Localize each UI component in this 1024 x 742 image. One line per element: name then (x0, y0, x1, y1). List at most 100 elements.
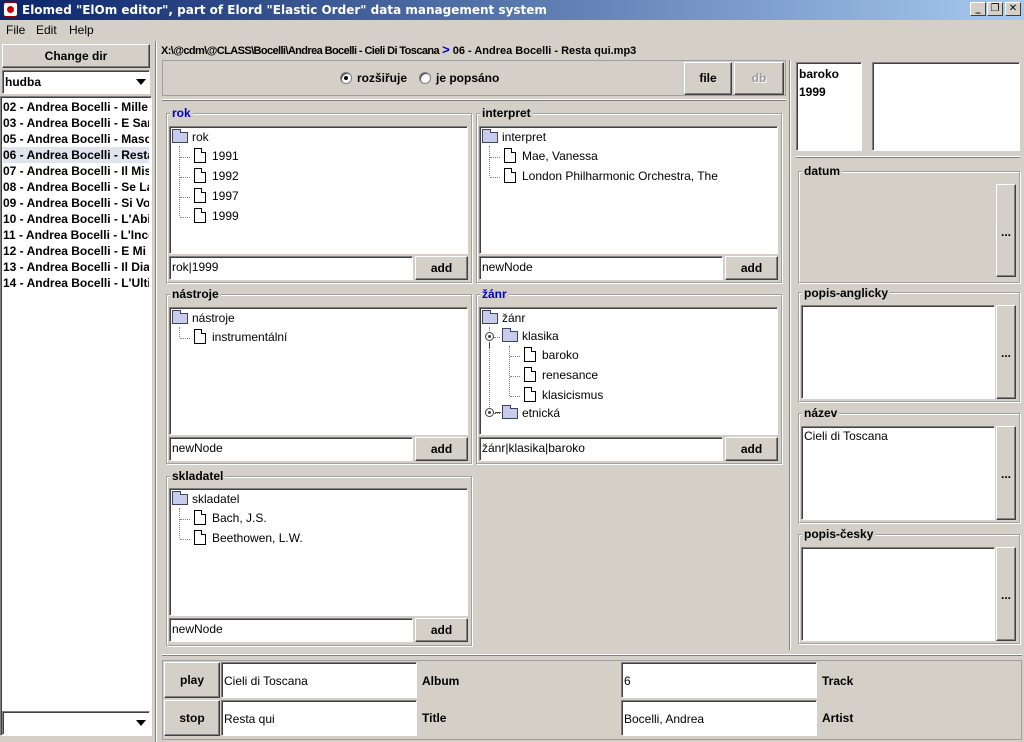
tree-node-label: skladatel (192, 492, 240, 506)
artist-field[interactable]: Bocelli, Andrea (621, 700, 817, 736)
radio-extends-label[interactable]: rozšiřuje (357, 71, 407, 85)
toolbar-splitter[interactable] (162, 97, 786, 103)
maximize-button[interactable]: ❐ (987, 2, 1003, 16)
tree-node-etnicka[interactable]: etnická (502, 404, 702, 422)
zanr-tree[interactable]: žánr klasika baroko renesance klasicismu… (479, 307, 778, 435)
list-item[interactable]: 09 - Andrea Bocelli - Si Volto (3, 195, 149, 211)
tree-line (490, 157, 500, 158)
interpret-add-button[interactable]: add (725, 256, 778, 280)
folder-icon (502, 328, 518, 342)
breadcrumb-dir: X:\@cdm\@CLASS\Bocelli\Andrea Bocelli - … (161, 45, 440, 57)
nastroje-add-button[interactable]: add (415, 437, 468, 461)
tree-node[interactable]: renesance (522, 366, 722, 384)
list-item[interactable]: 08 - Andrea Bocelli - Se La Gente Usasse… (3, 179, 149, 195)
list-item[interactable]: 03 - Andrea Bocelli - E Sara a Settembre (3, 115, 149, 131)
menu-file[interactable]: File (6, 23, 25, 37)
document-icon (524, 367, 536, 382)
panel-datum (798, 171, 1020, 283)
popis-anglicky-edit-button[interactable]: ... (996, 305, 1016, 399)
tree-node[interactable]: instrumentální (192, 328, 392, 346)
tree-node[interactable]: Mae, Vanessa (502, 147, 762, 165)
radio-extends-icon[interactable] (340, 72, 352, 84)
interpret-input[interactable]: newNode (479, 256, 723, 280)
chevron-down-icon[interactable] (136, 720, 146, 726)
datum-edit-button[interactable]: ... (996, 184, 1016, 277)
tree-node[interactable]: Beethowen, L.W. (192, 529, 392, 547)
list-item[interactable]: 07 - Andrea Bocelli - Il Mistero dell'Am… (3, 163, 149, 179)
tree-node-root[interactable]: žánr (482, 309, 682, 327)
zanr-add-button[interactable]: add (725, 437, 778, 461)
popis-cesky-textarea[interactable] (801, 547, 995, 641)
list-item[interactable]: 02 - Andrea Bocelli - Mille lune mille o… (3, 99, 149, 115)
change-dir-button[interactable]: Change dir (2, 44, 150, 68)
stop-button[interactable]: stop (164, 700, 220, 736)
skladatel-add-button[interactable]: add (415, 618, 468, 642)
panel-skladatel-title: skladatel (170, 469, 226, 483)
list-item[interactable]: 11 - Andrea Bocelli - L'Incontro (3, 227, 149, 243)
tree-node-root[interactable]: interpret (482, 128, 682, 146)
minimize-button[interactable]: _ (970, 2, 986, 16)
document-icon (194, 208, 206, 223)
rok-input[interactable]: rok|1999 (169, 256, 413, 280)
tree-node-root[interactable]: rok (172, 128, 372, 146)
document-icon (194, 168, 206, 183)
list-item[interactable]: 10 - Andrea Bocelli - L'Abitudine (3, 211, 149, 227)
menu-help[interactable]: Help (69, 23, 94, 37)
bottom-splitter[interactable] (162, 652, 1022, 658)
track-list[interactable]: 02 - Andrea Bocelli - Mille lune mille o… (0, 96, 152, 736)
tree-node[interactable]: 1992 (192, 167, 392, 185)
collapse-toggle-icon[interactable] (485, 408, 501, 417)
tree-node-root[interactable]: nástroje (172, 309, 372, 327)
file-button[interactable]: file (684, 62, 732, 95)
popis-anglicky-label: popis-anglicky (802, 286, 891, 300)
radio-described-label[interactable]: je popsáno (436, 71, 499, 85)
list-item[interactable]: 12 - Andrea Bocelli - E Mi Manchi (3, 243, 149, 259)
radio-described-icon[interactable] (419, 72, 431, 84)
popis-anglicky-textarea[interactable] (801, 305, 995, 399)
close-button[interactable]: ✕ (1005, 2, 1021, 16)
chevron-down-icon[interactable] (136, 79, 146, 85)
tags-box[interactable]: baroko 1999 (796, 62, 862, 151)
rok-tree[interactable]: rok 1991 1992 1997 1999 (169, 126, 468, 254)
play-button[interactable]: play (164, 662, 220, 698)
left-splitter[interactable] (153, 41, 159, 742)
nastroje-tree[interactable]: nástroje instrumentální (169, 307, 468, 435)
menu-edit[interactable]: Edit (36, 23, 57, 37)
tree-node[interactable]: Bach, J.S. (192, 509, 392, 527)
tree-line (180, 177, 190, 178)
right-splitter[interactable] (787, 60, 793, 650)
list-item[interactable]: 14 - Andrea Bocelli - L'Ultimo Re (3, 275, 149, 291)
nastroje-input[interactable]: newNode (169, 437, 413, 461)
tree-node[interactable]: London Philharmonic Orchestra, The (502, 167, 762, 185)
album-field[interactable]: Cieli di Toscana (221, 662, 417, 698)
menu-bar: File Edit Help (0, 20, 1024, 41)
tree-node[interactable]: 1999 (192, 207, 392, 225)
right-top-splitter[interactable] (796, 154, 1020, 160)
list-item[interactable]: 13 - Andrea Bocelli - Il Diavolo e l'Ang… (3, 259, 149, 275)
tree-node-root[interactable]: skladatel (172, 490, 372, 508)
title-field[interactable]: Resta qui (221, 700, 417, 736)
nazev-textarea[interactable]: Cieli di Toscana (801, 426, 995, 520)
nazev-edit-button[interactable]: ... (996, 426, 1016, 520)
tree-node-klasika[interactable]: klasika (502, 327, 702, 345)
skladatel-input[interactable]: newNode (169, 618, 413, 642)
directory-combo[interactable]: hudba (2, 70, 150, 94)
tree-node[interactable]: baroko (522, 346, 722, 364)
preview-box[interactable] (872, 62, 1020, 151)
list-item[interactable]: 05 - Andrea Bocelli - Mascagni (3, 131, 149, 147)
list-item-selected[interactable]: 06 - Andrea Bocelli - Resta qui (3, 147, 149, 163)
panel-interpret-title: interpret (480, 106, 533, 120)
popis-cesky-edit-button[interactable]: ... (996, 547, 1016, 641)
directory-combo-value: hudba (5, 75, 41, 89)
bottom-combo[interactable] (2, 711, 150, 735)
tree-node[interactable]: klasicismus (522, 386, 722, 404)
track-field[interactable]: 6 (621, 662, 817, 698)
tree-node[interactable]: 1991 (192, 147, 392, 165)
tree-node[interactable]: 1997 (192, 187, 392, 205)
skladatel-tree[interactable]: skladatel Bach, J.S. Beethowen, L.W. (169, 488, 468, 616)
interpret-tree[interactable]: interpret Mae, Vanessa London Philharmon… (479, 126, 778, 254)
rok-add-button[interactable]: add (415, 256, 468, 280)
expand-toggle-icon[interactable] (485, 332, 494, 348)
zanr-input[interactable]: žánr|klasika|baroko (479, 437, 723, 461)
tree-node-label: Mae, Vanessa (522, 149, 598, 163)
